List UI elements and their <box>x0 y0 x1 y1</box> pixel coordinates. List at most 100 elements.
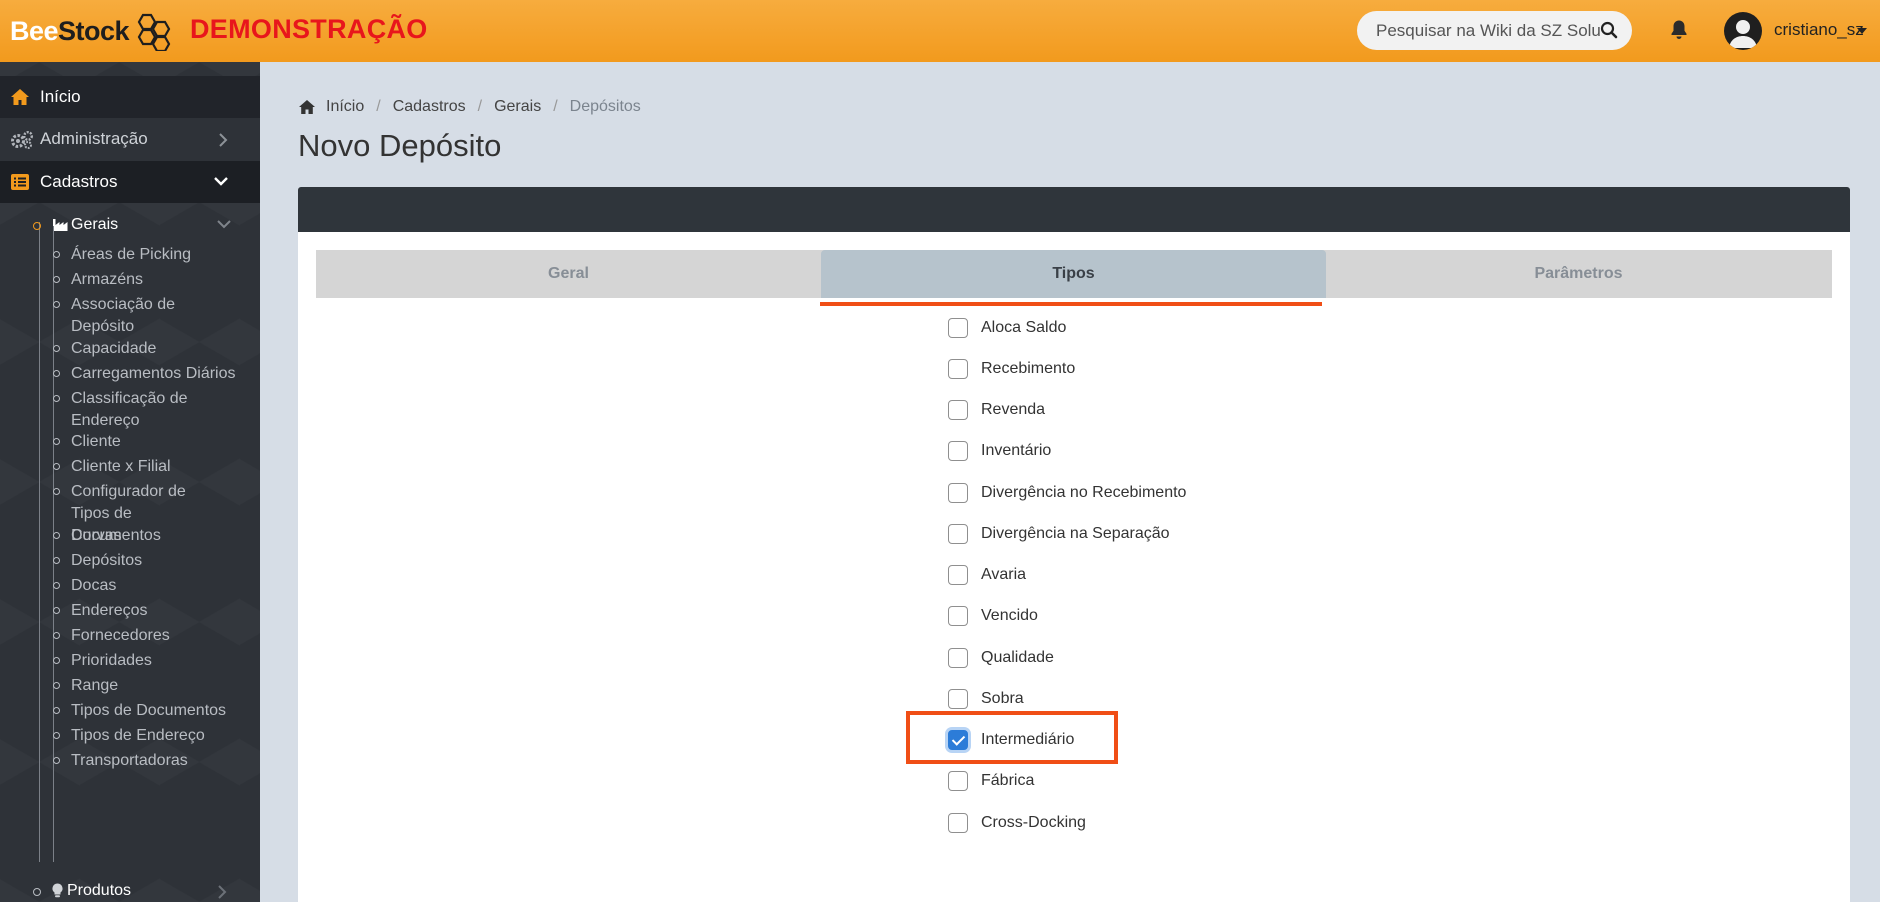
sidebar-item-depositos[interactable]: Depósitos <box>51 550 241 572</box>
tree-line <box>39 222 40 862</box>
highlight-box <box>906 711 1118 764</box>
checkbox-label: Avaria <box>981 566 1027 583</box>
checkbox[interactable] <box>948 483 968 503</box>
sidebar-item-associacao-de-deposito[interactable]: Associação de Depósito <box>51 294 241 338</box>
checkbox[interactable] <box>948 813 968 833</box>
breadcrumb-depositos: Depósitos <box>569 98 641 115</box>
user-silhouette-icon <box>1729 20 1757 48</box>
circle-bullet-icon <box>53 438 60 445</box>
checkbox-label: Fábrica <box>981 772 1035 789</box>
bell-icon[interactable] <box>1669 19 1689 41</box>
sidebar-item-label: Produtos <box>67 882 132 899</box>
page-title: Novo Depósito <box>298 128 502 163</box>
tab-parametros[interactable]: Parâmetros <box>1326 250 1831 298</box>
circle-bullet-icon <box>53 632 60 639</box>
breadcrumb-inicio[interactable]: Início <box>326 98 364 116</box>
circle-bullet-icon <box>53 682 60 689</box>
lightbulb-icon <box>52 883 63 898</box>
circle-bullet-icon <box>53 463 60 470</box>
sidebar-item-areas-de-picking[interactable]: Áreas de Picking <box>51 244 241 266</box>
checkbox-qualidade[interactable]: Qualidade <box>948 647 1054 669</box>
checkbox-sobra[interactable]: Sobra <box>948 688 1024 710</box>
checkbox[interactable] <box>948 441 968 461</box>
sidebar-item-enderecos[interactable]: Endereços <box>51 600 241 622</box>
tab-geral[interactable]: Geral <box>316 250 821 298</box>
checkbox-label: Vencido <box>981 607 1038 624</box>
checkbox[interactable] <box>948 771 968 791</box>
sidebar-item-transportadoras[interactable]: Transportadoras <box>51 750 241 772</box>
tab-tipos[interactable]: Tipos <box>821 250 1326 298</box>
sidebar-item-cliente[interactable]: Cliente <box>51 431 241 453</box>
checkbox[interactable] <box>948 359 968 379</box>
card-body <box>298 232 1850 902</box>
circle-bullet-icon <box>53 707 60 714</box>
sidebar-item-fornecedores[interactable]: Fornecedores <box>51 625 241 647</box>
checkbox-avaria[interactable]: Avaria <box>948 564 1026 586</box>
sidebar-item-range[interactable]: Range <box>51 675 241 697</box>
sidebar-item-label: Início <box>40 87 81 106</box>
checkbox-recebimento[interactable]: Recebimento <box>948 358 1075 380</box>
checkbox[interactable] <box>948 318 968 338</box>
checkbox[interactable] <box>948 606 968 626</box>
circle-bullet-icon <box>53 395 60 402</box>
honeycomb-icon <box>137 13 171 51</box>
checkbox-label: Qualidade <box>981 649 1054 666</box>
checkbox-cross-docking[interactable]: Cross-Docking <box>948 812 1086 834</box>
checkbox[interactable] <box>948 565 968 585</box>
breadcrumb: Início / Cadastros / Gerais / Depósitos <box>298 98 641 116</box>
brand-logo[interactable]: BeeStock <box>10 10 173 52</box>
sidebar-item-prioridades[interactable]: Prioridades <box>51 650 241 672</box>
circle-bullet-icon <box>33 888 41 896</box>
checkbox-vencido[interactable]: Vencido <box>948 605 1038 627</box>
sidebar-item-cadastros[interactable]: Cadastros <box>0 161 260 203</box>
circle-bullet-icon <box>53 251 60 258</box>
checkbox[interactable] <box>948 689 968 709</box>
sidebar-item-curvas[interactable]: Curvas <box>51 525 241 547</box>
circle-bullet-icon <box>53 276 60 283</box>
sidebar-item-tipos-de-endereco[interactable]: Tipos de Endereço <box>51 725 241 747</box>
checkbox-label: Inventário <box>981 442 1052 459</box>
brand-bee: Bee <box>10 15 59 46</box>
sidebar-item-administracao[interactable]: Administração <box>0 118 260 160</box>
checkbox-divergencia-na-separacao[interactable]: Divergência na Separação <box>948 523 1170 545</box>
sidebar-item-tipos-de-documentos[interactable]: Tipos de Documentos <box>51 700 241 722</box>
search-icon[interactable] <box>1600 21 1618 39</box>
sidebar-item-armazens[interactable]: Armazéns <box>51 269 241 291</box>
circle-bullet-icon <box>53 532 60 539</box>
circle-bullet-icon <box>53 607 60 614</box>
circle-bullet-icon <box>53 732 60 739</box>
checkbox-revenda[interactable]: Revenda <box>948 399 1045 421</box>
tab-bar: Geral Tipos Parâmetros <box>316 250 1832 298</box>
checkbox-divergencia-no-recebimento[interactable]: Divergência no Recebimento <box>948 482 1186 504</box>
demo-banner: DEMONSTRAÇÃO <box>190 14 428 44</box>
sidebar-item-inicio[interactable]: Início <box>0 76 260 118</box>
breadcrumb-separator: / <box>376 98 381 115</box>
brand-stock: Stock <box>58 15 130 46</box>
industry-icon <box>53 219 68 231</box>
active-tab-indicator <box>820 302 1322 306</box>
breadcrumb-cadastros[interactable]: Cadastros <box>393 98 466 116</box>
checkbox[interactable] <box>948 524 968 544</box>
checkbox-inventario[interactable]: Inventário <box>948 440 1051 462</box>
sidebar-item-classificacao-de-endereco[interactable]: Classificação de Endereço <box>51 388 241 432</box>
sidebar-item-docas[interactable]: Docas <box>51 575 241 597</box>
chevron-right-icon <box>218 885 227 899</box>
breadcrumb-separator: / <box>553 98 558 115</box>
checkbox[interactable] <box>948 400 968 420</box>
checkbox-label: Cross-Docking <box>981 814 1086 831</box>
checkbox[interactable] <box>948 648 968 668</box>
caret-down-icon[interactable] <box>1857 28 1867 34</box>
checkbox-label: Revenda <box>981 401 1046 418</box>
sidebar-item-capacidade[interactable]: Capacidade <box>51 338 241 360</box>
sidebar-item-carregamentos-diarios[interactable]: Carregamentos Diários <box>51 363 241 385</box>
username[interactable]: cristiano_sz <box>1774 20 1864 40</box>
sidebar-item-label: Cadastros <box>40 172 118 191</box>
search-input[interactable] <box>1376 20 1601 41</box>
breadcrumb-gerais[interactable]: Gerais <box>494 98 541 116</box>
checkbox-aloca-saldo[interactable]: Aloca Saldo <box>948 317 1066 339</box>
checkbox-fabrica[interactable]: Fábrica <box>948 770 1034 792</box>
wiki-search[interactable] <box>1357 11 1632 50</box>
sidebar-item-cliente-x-filial[interactable]: Cliente x Filial <box>51 456 241 478</box>
avatar[interactable] <box>1724 12 1762 50</box>
card-header <box>298 187 1850 232</box>
